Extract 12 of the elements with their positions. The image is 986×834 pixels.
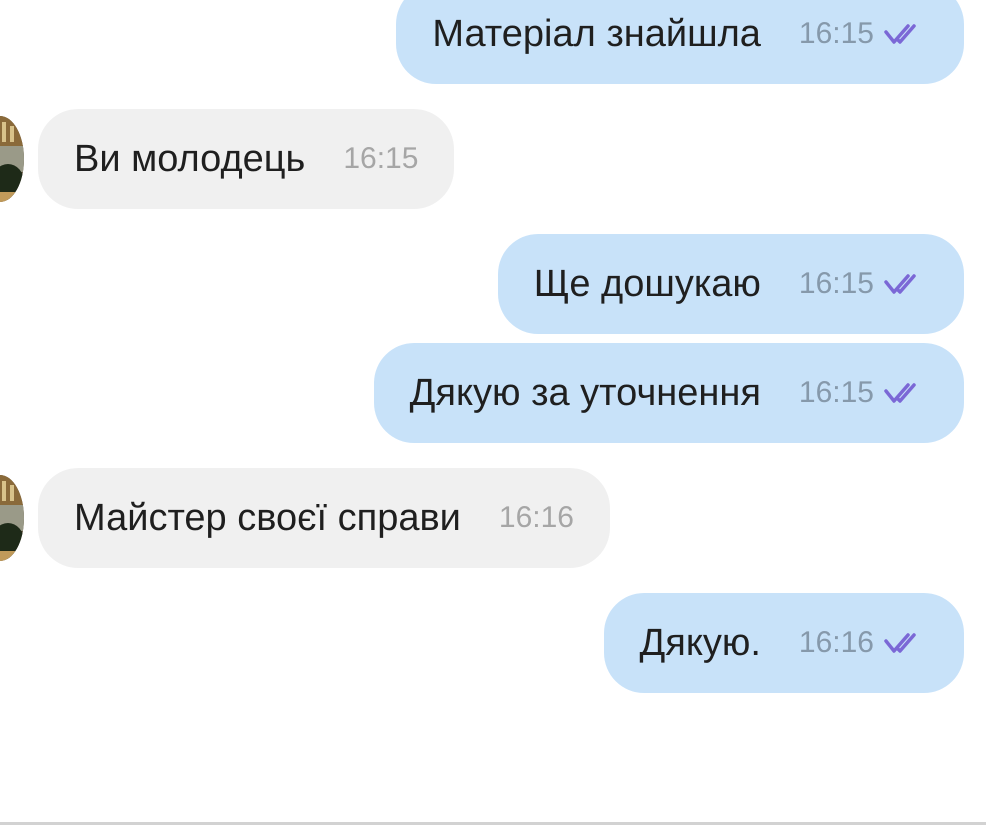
- message-time: 16:15: [343, 142, 418, 176]
- message-time: 16:15: [798, 376, 874, 410]
- message-time: 16:15: [798, 267, 874, 301]
- message-text: Дякую за уточнення: [410, 372, 761, 414]
- message-time: 16:16: [798, 626, 874, 660]
- message-text: Ще дошукаю: [534, 262, 761, 306]
- message-time: 16:16: [498, 501, 574, 535]
- message-text: Дякую.: [640, 622, 761, 664]
- message-time: 16:15: [798, 17, 874, 51]
- message-text: Майстер своєї справи: [74, 496, 461, 540]
- message-text: Матеріал знайшла: [432, 12, 761, 56]
- message-text: Ви молодець: [74, 138, 306, 180]
